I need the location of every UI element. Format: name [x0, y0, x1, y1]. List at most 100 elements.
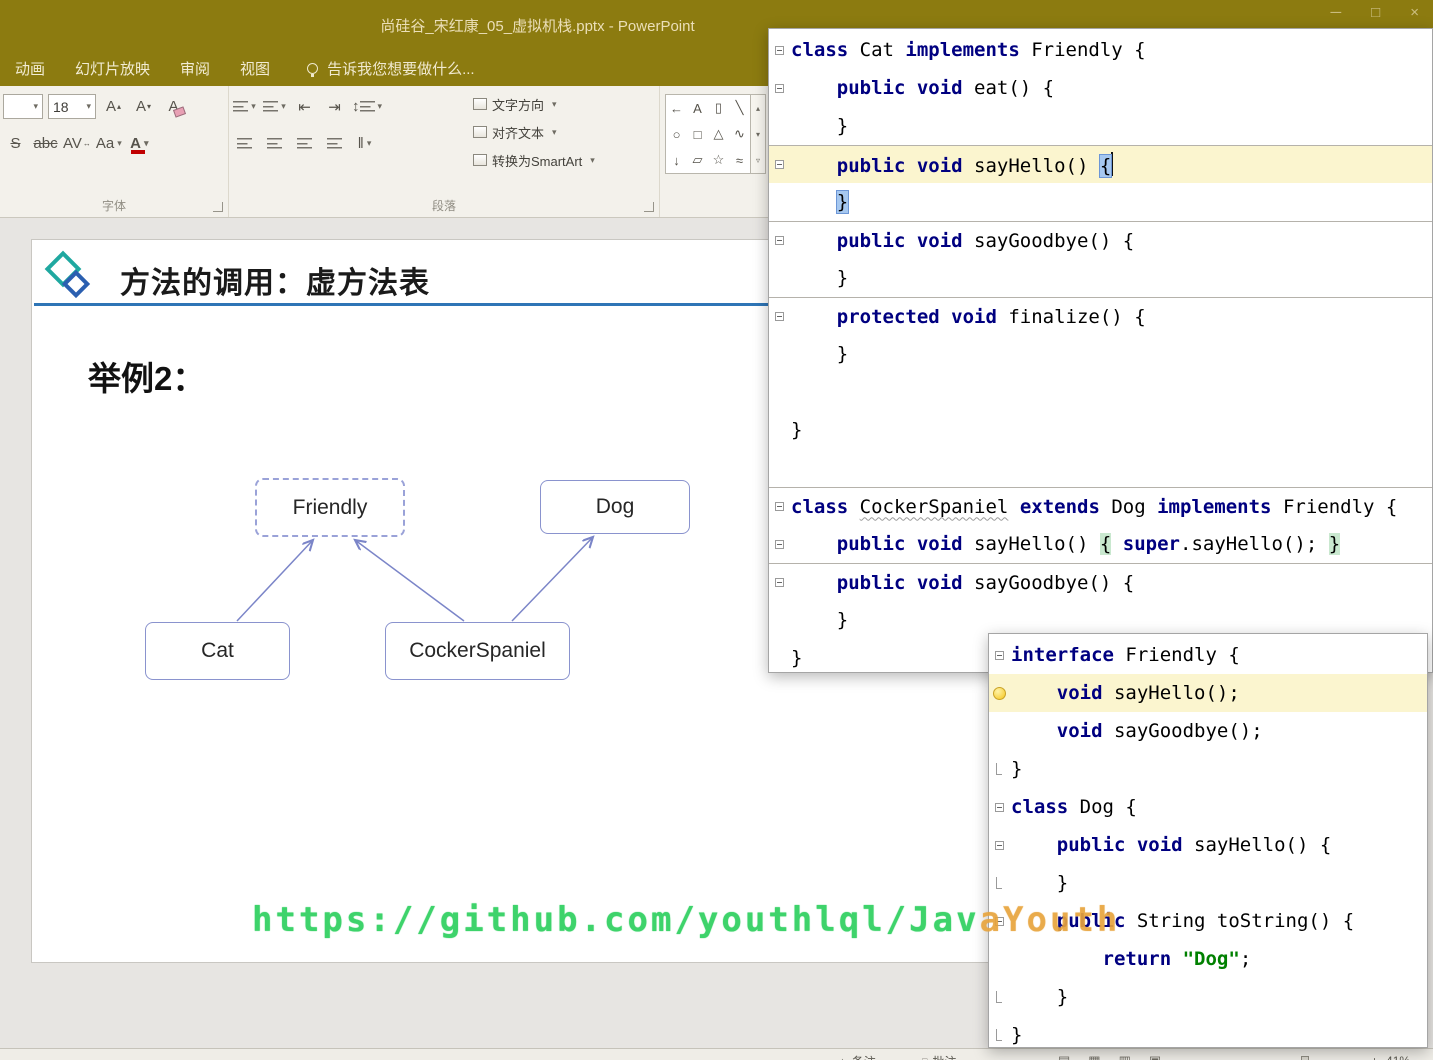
fold-marker-icon[interactable]: [996, 991, 1002, 1003]
code-line[interactable]: void sayGoodbye();: [989, 712, 1427, 750]
code-line[interactable]: [769, 373, 1432, 411]
fold-marker-icon[interactable]: [775, 502, 784, 511]
minimize-button[interactable]: ─: [1331, 4, 1342, 21]
gallery-more-icon[interactable]: ▿: [751, 147, 765, 173]
ribbon-tab-animations[interactable]: 动画: [0, 50, 60, 86]
triangle-shape[interactable]: △: [708, 121, 729, 147]
align-right-button[interactable]: [292, 131, 317, 156]
oval-shape[interactable]: ○: [666, 121, 687, 147]
zoom-slider-knob[interactable]: [1301, 1056, 1309, 1060]
text-effects-button[interactable]: abc: [33, 131, 58, 156]
zoom-in-button[interactable]: +: [1371, 1054, 1378, 1060]
fold-marker-icon[interactable]: [775, 236, 784, 245]
align-center-button[interactable]: [262, 131, 287, 156]
code-line[interactable]: }: [769, 183, 1432, 221]
code-line[interactable]: class Cat implements Friendly {: [769, 31, 1432, 69]
code-line[interactable]: }: [989, 978, 1427, 1016]
fold-marker-icon[interactable]: [775, 160, 784, 169]
comments-toggle[interactable]: □ 批注: [922, 1049, 956, 1060]
character-spacing-button[interactable]: AV↔: [63, 131, 91, 156]
align-left-button[interactable]: [232, 131, 257, 156]
font-dialog-launcher[interactable]: [213, 202, 223, 212]
gallery-scroll-up-icon[interactable]: ▴: [751, 95, 765, 121]
grow-font-button[interactable]: A▴: [101, 94, 126, 119]
justify-button[interactable]: [322, 131, 347, 156]
increase-indent-button[interactable]: ⇥: [322, 94, 347, 119]
code-line[interactable]: }: [769, 259, 1432, 297]
star-shape[interactable]: ☆: [708, 147, 729, 173]
arrow-left-shape[interactable]: ←: [666, 95, 687, 121]
slide-sorter-view-icon[interactable]: ▦: [1088, 1053, 1100, 1060]
fold-marker-icon[interactable]: [996, 877, 1002, 889]
fold-marker-icon[interactable]: [775, 84, 784, 93]
fold-marker-icon[interactable]: [996, 1029, 1002, 1041]
paragraph-dialog-launcher[interactable]: [644, 202, 654, 212]
curve-shape[interactable]: ∿: [729, 121, 750, 147]
intention-bulb-icon[interactable]: [993, 687, 1006, 700]
code-line[interactable]: public void sayHello() {: [769, 145, 1432, 183]
ribbon-tab-view[interactable]: 视图: [225, 50, 285, 86]
vertical-text-shape[interactable]: ▯: [708, 95, 729, 121]
line-spacing-button[interactable]: ↕▾: [352, 94, 382, 119]
code-line[interactable]: [769, 449, 1432, 487]
fold-marker-icon[interactable]: [995, 803, 1004, 812]
maximize-button[interactable]: □: [1371, 4, 1380, 21]
code-line[interactable]: }: [769, 107, 1432, 145]
diagram-node-dog[interactable]: Dog: [540, 480, 690, 534]
zoom-level[interactable]: 41%: [1386, 1054, 1410, 1060]
font-size-combo[interactable]: 18▾: [48, 94, 96, 119]
fold-marker-icon[interactable]: [775, 578, 784, 587]
code-line[interactable]: return "Dog";: [989, 940, 1427, 978]
numbering-button[interactable]: ▾: [262, 94, 287, 119]
ribbon-tab-slideshow[interactable]: 幻灯片放映: [60, 50, 165, 86]
change-case-button[interactable]: Aa▾: [96, 131, 122, 156]
shrink-font-button[interactable]: A▾: [131, 94, 156, 119]
zoom-out-button[interactable]: −: [1248, 1054, 1255, 1060]
code-line[interactable]: }: [989, 864, 1427, 902]
normal-view-icon[interactable]: ▤: [1058, 1053, 1070, 1060]
clear-formatting-button[interactable]: A: [161, 94, 186, 119]
code-line[interactable]: public void sayGoodbye() {: [769, 563, 1432, 601]
code-line[interactable]: class Dog {: [989, 788, 1427, 826]
arrow-down-shape[interactable]: ↓: [666, 147, 687, 173]
rectangle-shape[interactable]: □: [687, 121, 708, 147]
code-line[interactable]: public void sayHello() {: [989, 826, 1427, 864]
convert-smartart-button[interactable]: 转换为SmartArt▾: [469, 147, 599, 173]
line-shape[interactable]: ╲: [729, 95, 750, 121]
gallery-scroll-down-icon[interactable]: ▾: [751, 121, 765, 147]
code-line[interactable]: void sayHello();: [989, 674, 1427, 712]
code-line[interactable]: }: [989, 1016, 1427, 1048]
code-line[interactable]: protected void finalize() {: [769, 297, 1432, 335]
fold-marker-icon[interactable]: [995, 651, 1004, 660]
align-text-button[interactable]: 对齐文本▾: [469, 119, 599, 145]
font-color-button[interactable]: A▾: [127, 131, 152, 156]
columns-button[interactable]: ‖▾: [352, 131, 377, 156]
code-line[interactable]: }: [769, 335, 1432, 373]
fold-marker-icon[interactable]: [775, 312, 784, 321]
shape-gallery-scrollbar[interactable]: ▴ ▾ ▿: [751, 94, 766, 174]
text-box-shape[interactable]: A: [687, 95, 708, 121]
tell-me-box[interactable]: 告诉我您想要做什么...: [307, 58, 475, 79]
fold-marker-icon[interactable]: [995, 841, 1004, 850]
fold-marker-icon[interactable]: [775, 540, 784, 549]
strikethrough-button[interactable]: S: [3, 131, 28, 156]
font-name-combo[interactable]: ▾: [3, 94, 43, 119]
code-line[interactable]: }: [989, 750, 1427, 788]
slideshow-view-icon[interactable]: ▣: [1149, 1053, 1161, 1060]
scribble-shape[interactable]: ≈: [729, 147, 750, 173]
text-direction-button[interactable]: 文字方向▾: [469, 91, 599, 117]
fold-marker-icon[interactable]: [996, 763, 1002, 775]
diagram-node-friendly[interactable]: Friendly: [255, 478, 405, 537]
code-line[interactable]: public void sayHello() { super.sayHello(…: [769, 525, 1432, 563]
code-line[interactable]: interface Friendly {: [989, 636, 1427, 674]
callout-shape[interactable]: ▱: [687, 147, 708, 173]
reading-view-icon[interactable]: ▥: [1119, 1053, 1131, 1060]
bullets-button[interactable]: ▾: [232, 94, 257, 119]
notes-toggle[interactable]: ▲ 备注: [838, 1049, 876, 1060]
decrease-indent-button[interactable]: ⇤: [292, 94, 317, 119]
code-line[interactable]: public void sayGoodbye() {: [769, 221, 1432, 259]
diagram-node-cat[interactable]: Cat: [145, 622, 290, 680]
diagram-node-cockerspaniel[interactable]: CockerSpaniel: [385, 622, 570, 680]
code-line[interactable]: public void eat() {: [769, 69, 1432, 107]
code-line[interactable]: class CockerSpaniel extends Dog implemen…: [769, 487, 1432, 525]
